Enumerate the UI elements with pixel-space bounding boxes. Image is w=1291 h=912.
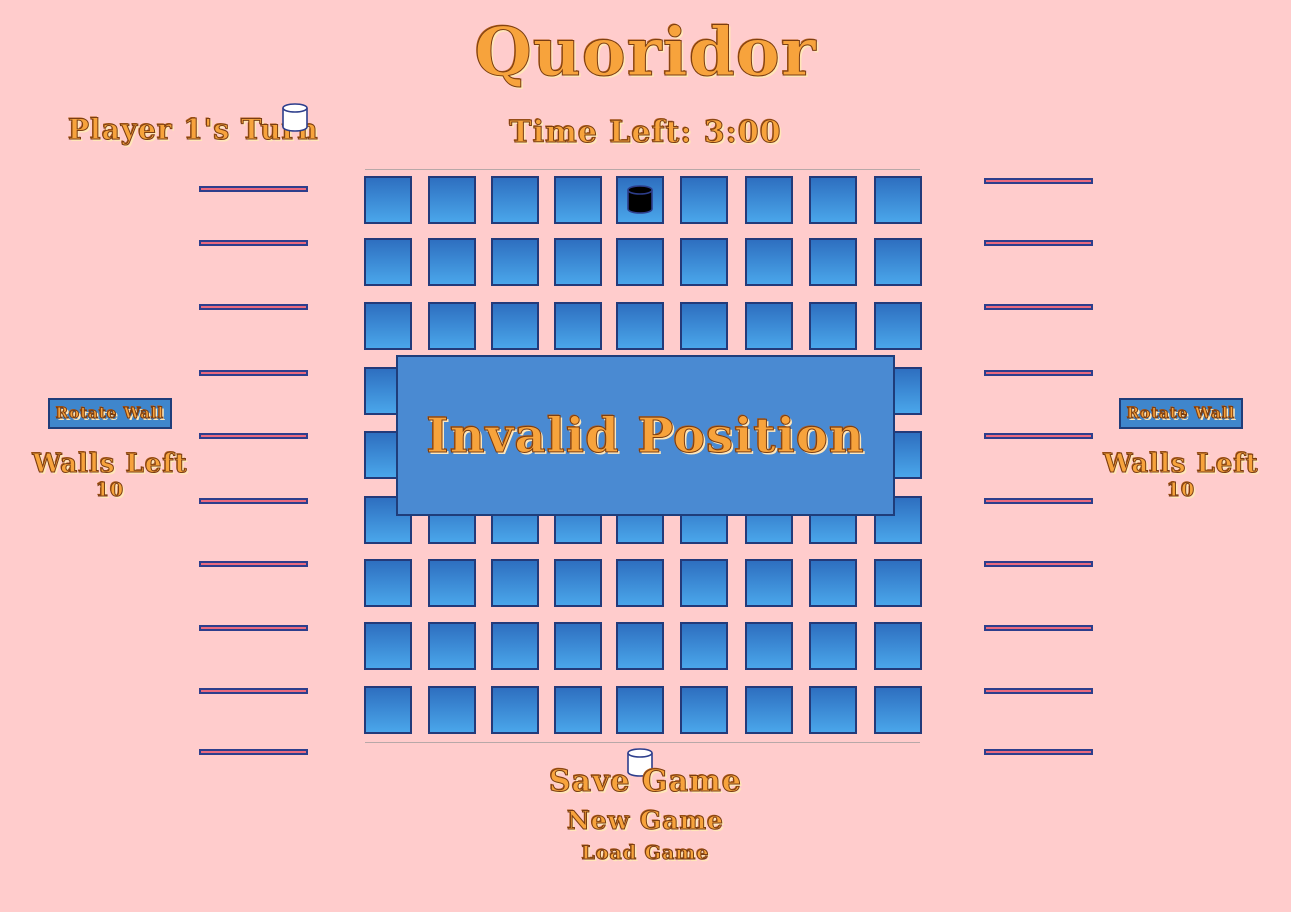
- board-cell[interactable]: [491, 622, 539, 670]
- board-cell[interactable]: [680, 176, 728, 224]
- board-cell[interactable]: [745, 559, 793, 607]
- walls-left-count: 10: [1166, 479, 1196, 501]
- walls-left-label: Walls Left: [1103, 449, 1259, 480]
- board-cell[interactable]: [428, 238, 476, 286]
- wall-piece-right[interactable]: [984, 625, 1093, 631]
- walls-left-label: Walls Left: [32, 449, 188, 480]
- invalid-position-dialog: Invalid Position: [396, 355, 895, 516]
- wall-piece-left[interactable]: [199, 498, 308, 504]
- wall-piece-right[interactable]: [984, 433, 1093, 439]
- board-cell[interactable]: [680, 686, 728, 734]
- wall-piece-right[interactable]: [984, 498, 1093, 504]
- rotate-wall-button-right[interactable]: Rotate Wall: [1119, 398, 1243, 429]
- board-cell[interactable]: [874, 622, 922, 670]
- board-cell[interactable]: [874, 559, 922, 607]
- board-top-edge: [365, 169, 920, 170]
- board-cell[interactable]: [364, 686, 412, 734]
- wall-piece-right[interactable]: [984, 688, 1093, 694]
- board-cell[interactable]: [809, 238, 857, 286]
- walls-left-panel-player1: Walls Left 10: [25, 448, 195, 501]
- invalid-position-message: Invalid Position: [426, 407, 865, 464]
- rotate-wall-button-left[interactable]: Rotate Wall: [48, 398, 172, 429]
- board-cell[interactable]: [364, 559, 412, 607]
- board-cell[interactable]: [874, 238, 922, 286]
- board-cell[interactable]: [809, 686, 857, 734]
- board-cell[interactable]: [428, 686, 476, 734]
- board-cell[interactable]: [554, 176, 602, 224]
- board-cell[interactable]: [554, 622, 602, 670]
- board-cell[interactable]: [745, 622, 793, 670]
- board-cell[interactable]: [554, 302, 602, 350]
- wall-piece-left[interactable]: [199, 749, 308, 755]
- board-cell[interactable]: [554, 238, 602, 286]
- wall-piece-left[interactable]: [199, 240, 308, 246]
- board-cell[interactable]: [428, 622, 476, 670]
- wall-piece-left[interactable]: [199, 625, 308, 631]
- board-cell[interactable]: [680, 238, 728, 286]
- wall-piece-left[interactable]: [199, 370, 308, 376]
- time-left: Time Left: 3:00: [509, 115, 782, 151]
- save-game-button[interactable]: Save Game: [0, 764, 1291, 800]
- load-game-button[interactable]: Load Game: [0, 840, 1291, 866]
- board-cell[interactable]: [680, 559, 728, 607]
- board-cell[interactable]: [745, 302, 793, 350]
- board-cell[interactable]: [554, 559, 602, 607]
- board-bottom-edge: [365, 742, 920, 743]
- walls-left-panel-player2: Walls Left 10: [1096, 448, 1266, 501]
- wall-piece-left[interactable]: [199, 688, 308, 694]
- walls-left-count: 10: [95, 479, 125, 501]
- wall-piece-right[interactable]: [984, 561, 1093, 567]
- board-cell[interactable]: [616, 686, 664, 734]
- board-cell[interactable]: [491, 559, 539, 607]
- board-cell[interactable]: [616, 302, 664, 350]
- board-cell[interactable]: [809, 559, 857, 607]
- wall-piece-right[interactable]: [984, 749, 1093, 755]
- board-cell[interactable]: [364, 176, 412, 224]
- board-cell[interactable]: [364, 302, 412, 350]
- board-cell[interactable]: [616, 238, 664, 286]
- board-cell[interactable]: [616, 622, 664, 670]
- board-cell[interactable]: [491, 238, 539, 286]
- board-cell[interactable]: [809, 622, 857, 670]
- board-cell[interactable]: [364, 238, 412, 286]
- wall-piece-right[interactable]: [984, 240, 1093, 246]
- board-cell[interactable]: [616, 559, 664, 607]
- wall-piece-left[interactable]: [199, 433, 308, 439]
- board-cell[interactable]: [745, 238, 793, 286]
- board-cell[interactable]: [809, 176, 857, 224]
- board-cell[interactable]: [874, 686, 922, 734]
- board-cell[interactable]: [745, 176, 793, 224]
- board-cell[interactable]: [491, 302, 539, 350]
- board-cell[interactable]: [680, 302, 728, 350]
- game-title: Quoridor: [474, 13, 817, 92]
- board-cell[interactable]: [874, 302, 922, 350]
- board-cell[interactable]: [428, 559, 476, 607]
- new-game-button[interactable]: New Game: [0, 805, 1291, 837]
- wall-piece-right[interactable]: [984, 304, 1093, 310]
- board-cell[interactable]: [874, 176, 922, 224]
- player-2-pawn-icon[interactable]: [625, 184, 655, 214]
- board-cell[interactable]: [680, 622, 728, 670]
- board-cell[interactable]: [491, 176, 539, 224]
- board-cell[interactable]: [554, 686, 602, 734]
- wall-piece-left[interactable]: [199, 186, 308, 192]
- board-cell[interactable]: [428, 302, 476, 350]
- wall-piece-left[interactable]: [199, 561, 308, 567]
- board-cell[interactable]: [745, 686, 793, 734]
- board-cell[interactable]: [364, 622, 412, 670]
- wall-piece-right[interactable]: [984, 370, 1093, 376]
- board-cell[interactable]: [491, 686, 539, 734]
- board-cell[interactable]: [428, 176, 476, 224]
- board-cell[interactable]: [809, 302, 857, 350]
- wall-piece-right[interactable]: [984, 178, 1093, 184]
- wall-piece-left[interactable]: [199, 304, 308, 310]
